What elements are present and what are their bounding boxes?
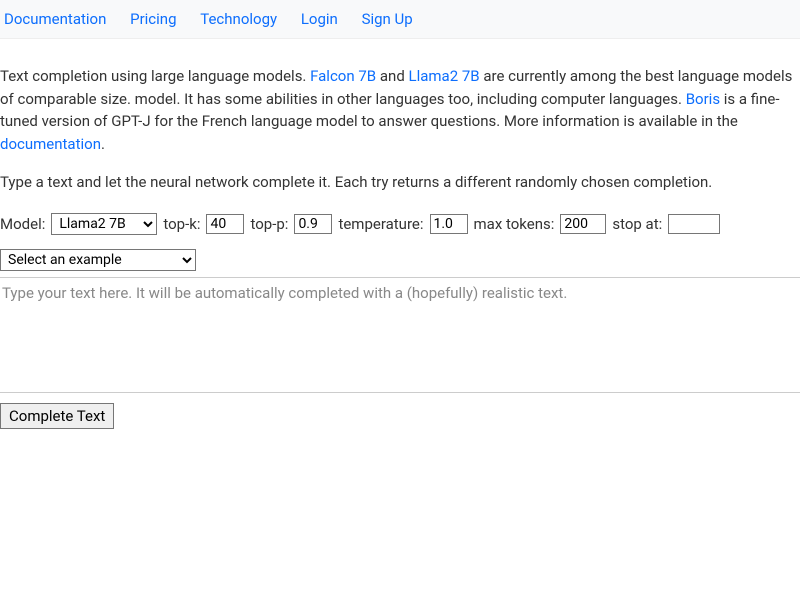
description-paragraph: Text completion using large language mod…: [0, 65, 800, 155]
link-boris[interactable]: Boris: [686, 90, 720, 108]
maxtokens-input[interactable]: [560, 214, 606, 234]
topk-input[interactable]: [206, 214, 244, 234]
link-falcon7b[interactable]: Falcon 7B: [310, 67, 376, 85]
desc-text: Text completion using large language mod…: [0, 67, 310, 85]
nav-signup[interactable]: Sign Up: [362, 10, 413, 28]
nav-login[interactable]: Login: [301, 10, 338, 28]
complete-text-button[interactable]: Complete Text: [0, 403, 114, 429]
maxtokens-label: max tokens:: [474, 215, 555, 233]
temperature-input[interactable]: [430, 214, 468, 234]
textarea-container: [0, 277, 800, 393]
desc-text: model. It has some abilities in other la…: [135, 90, 686, 108]
controls-row: Model: Llama2 7B top-k: top-p: temperatu…: [0, 213, 800, 235]
model-label: Model:: [0, 215, 45, 233]
model-select[interactable]: Llama2 7B: [51, 213, 157, 235]
instructions-text: Type a text and let the neural network c…: [0, 173, 800, 191]
stopat-input[interactable]: [668, 214, 720, 234]
topp-label: top-p:: [250, 215, 288, 233]
topk-label: top-k:: [163, 215, 200, 233]
nav-technology[interactable]: Technology: [200, 10, 277, 28]
button-row: Complete Text: [0, 403, 800, 429]
stopat-label: stop at:: [612, 215, 662, 233]
example-select[interactable]: Select an example: [0, 249, 196, 271]
desc-text: and: [376, 67, 408, 85]
prompt-textarea[interactable]: [0, 278, 800, 388]
nav-documentation[interactable]: Documentation: [4, 10, 106, 28]
temperature-label: temperature:: [338, 215, 423, 233]
topp-input[interactable]: [294, 214, 332, 234]
navbar: Documentation Pricing Technology Login S…: [0, 0, 800, 39]
link-documentation[interactable]: documentation: [0, 135, 101, 153]
main-content: Text completion using large language mod…: [0, 39, 800, 429]
link-llama2-7b[interactable]: Llama2 7B: [409, 67, 480, 85]
nav-pricing[interactable]: Pricing: [130, 10, 176, 28]
desc-text: .: [101, 135, 105, 153]
example-row: Select an example: [0, 249, 800, 271]
